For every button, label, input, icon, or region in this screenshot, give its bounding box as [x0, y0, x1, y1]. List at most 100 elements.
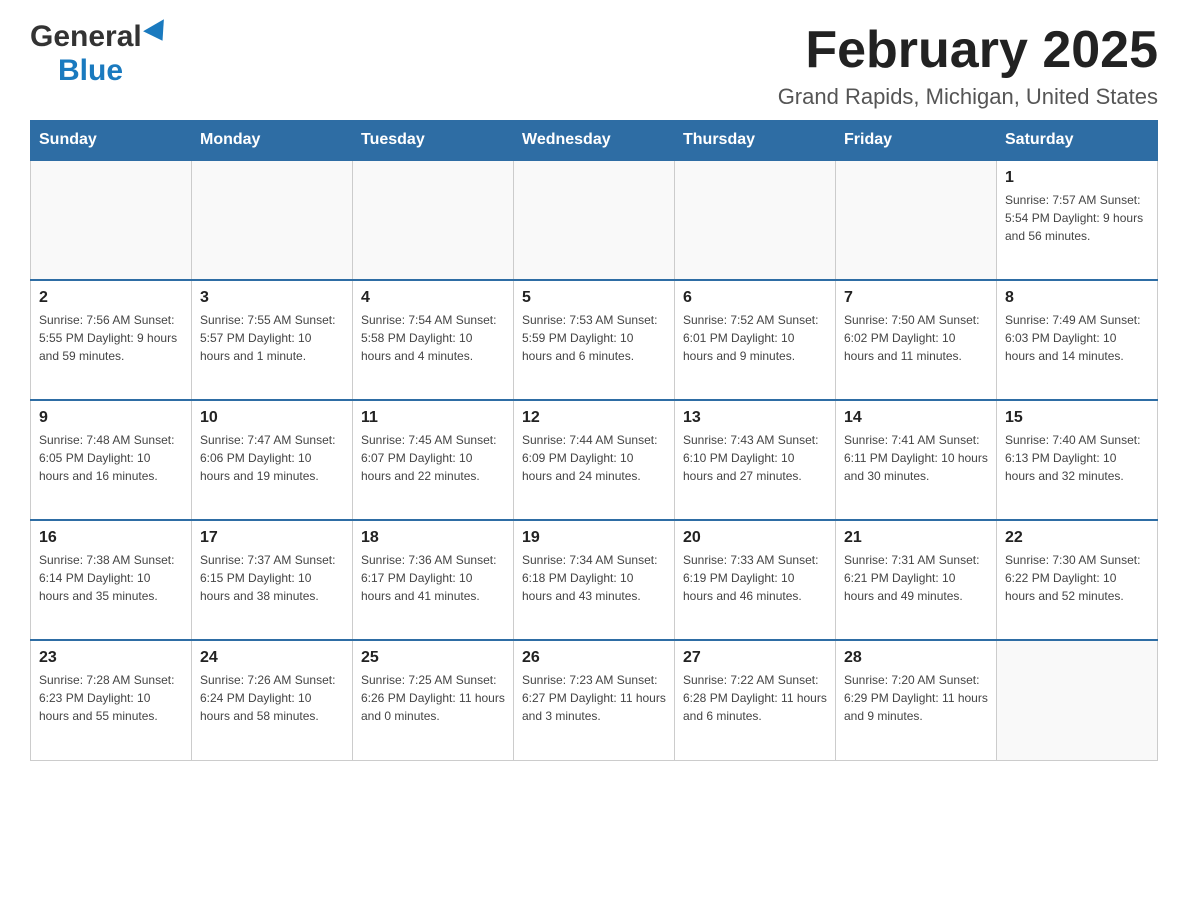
- day-number: 1: [1005, 169, 1149, 187]
- calendar-cell: 16 Sunrise: 7:38 AM Sunset: 6:14 PM Dayli…: [31, 520, 192, 640]
- day-info: Sunrise: 7:45 AM Sunset: 6:07 PM Dayligh…: [361, 431, 505, 485]
- calendar-cell: 5 Sunrise: 7:53 AM Sunset: 5:59 PM Daylig…: [514, 280, 675, 400]
- day-number: 10: [200, 409, 344, 427]
- calendar-cell: [353, 160, 514, 280]
- day-info: Sunrise: 7:43 AM Sunset: 6:10 PM Dayligh…: [683, 431, 827, 485]
- calendar-cell: 14 Sunrise: 7:41 AM Sunset: 6:11 PM Dayli…: [836, 400, 997, 520]
- day-number: 7: [844, 289, 988, 307]
- calendar-cell: 20 Sunrise: 7:33 AM Sunset: 6:19 PM Dayli…: [675, 520, 836, 640]
- day-info: Sunrise: 7:30 AM Sunset: 6:22 PM Dayligh…: [1005, 551, 1149, 605]
- weekday-header-row: SundayMondayTuesdayWednesdayThursdayFrid…: [31, 121, 1158, 161]
- day-number: 19: [522, 529, 666, 547]
- day-number: 12: [522, 409, 666, 427]
- day-number: 16: [39, 529, 183, 547]
- calendar-cell: 2Sunrise: 7:56 AM Sunset: 5:55 PM Daylig…: [31, 280, 192, 400]
- weekday-header-thursday: Thursday: [675, 121, 836, 161]
- day-info: Sunrise: 7:36 AM Sunset: 6:17 PM Dayligh…: [361, 551, 505, 605]
- logo: General Blue: [30, 20, 170, 88]
- day-info: Sunrise: 7:48 AM Sunset: 6:05 PM Dayligh…: [39, 431, 183, 485]
- calendar-cell: 1 Sunrise: 7:57 AM Sunset: 5:54 PM Daylig…: [997, 160, 1158, 280]
- calendar-cell: [675, 160, 836, 280]
- page-header: General Blue February 2025 Grand Rapids,…: [30, 20, 1158, 110]
- day-info: Sunrise: 7:40 AM Sunset: 6:13 PM Dayligh…: [1005, 431, 1149, 485]
- calendar-cell: 17Sunrise: 7:37 AM Sunset: 6:15 PM Dayli…: [192, 520, 353, 640]
- day-info: Sunrise: 7:52 AM Sunset: 6:01 PM Dayligh…: [683, 311, 827, 365]
- day-info: Sunrise: 7:22 AM Sunset: 6:28 PM Dayligh…: [683, 671, 827, 725]
- day-info: Sunrise: 7:20 AM Sunset: 6:29 PM Dayligh…: [844, 671, 988, 725]
- day-number: 26: [522, 649, 666, 667]
- day-info: Sunrise: 7:23 AM Sunset: 6:27 PM Dayligh…: [522, 671, 666, 725]
- main-title: February 2025: [778, 20, 1158, 80]
- calendar-cell: 6 Sunrise: 7:52 AM Sunset: 6:01 PM Daylig…: [675, 280, 836, 400]
- day-info: Sunrise: 7:54 AM Sunset: 5:58 PM Dayligh…: [361, 311, 505, 365]
- day-number: 25: [361, 649, 505, 667]
- calendar-cell: 12 Sunrise: 7:44 AM Sunset: 6:09 PM Dayli…: [514, 400, 675, 520]
- calendar-cell: 25 Sunrise: 7:25 AM Sunset: 6:26 PM Dayli…: [353, 640, 514, 760]
- day-info: Sunrise: 7:55 AM Sunset: 5:57 PM Dayligh…: [200, 311, 344, 365]
- day-info: Sunrise: 7:38 AM Sunset: 6:14 PM Dayligh…: [39, 551, 183, 605]
- day-number: 28: [844, 649, 988, 667]
- day-info: Sunrise: 7:31 AM Sunset: 6:21 PM Dayligh…: [844, 551, 988, 605]
- calendar-cell: 22Sunrise: 7:30 AM Sunset: 6:22 PM Dayli…: [997, 520, 1158, 640]
- calendar-cell: 18 Sunrise: 7:36 AM Sunset: 6:17 PM Dayli…: [353, 520, 514, 640]
- calendar-cell: 9Sunrise: 7:48 AM Sunset: 6:05 PM Daylig…: [31, 400, 192, 520]
- day-info: Sunrise: 7:44 AM Sunset: 6:09 PM Dayligh…: [522, 431, 666, 485]
- weekday-header-saturday: Saturday: [997, 121, 1158, 161]
- day-number: 13: [683, 409, 827, 427]
- day-number: 4: [361, 289, 505, 307]
- subtitle: Grand Rapids, Michigan, United States: [778, 84, 1158, 110]
- day-info: Sunrise: 7:34 AM Sunset: 6:18 PM Dayligh…: [522, 551, 666, 605]
- logo-triangle-icon: [143, 19, 173, 47]
- calendar-cell: [31, 160, 192, 280]
- day-number: 14: [844, 409, 988, 427]
- day-info: Sunrise: 7:28 AM Sunset: 6:23 PM Dayligh…: [39, 671, 183, 725]
- calendar-cell: [836, 160, 997, 280]
- weekday-header-monday: Monday: [192, 121, 353, 161]
- weekday-header-wednesday: Wednesday: [514, 121, 675, 161]
- calendar-cell: 27 Sunrise: 7:22 AM Sunset: 6:28 PM Dayli…: [675, 640, 836, 760]
- day-number: 24: [200, 649, 344, 667]
- day-number: 6: [683, 289, 827, 307]
- calendar-week-row: 9Sunrise: 7:48 AM Sunset: 6:05 PM Daylig…: [31, 400, 1158, 520]
- day-number: 18: [361, 529, 505, 547]
- calendar-table: SundayMondayTuesdayWednesdayThursdayFrid…: [30, 120, 1158, 761]
- day-number: 20: [683, 529, 827, 547]
- calendar-cell: [514, 160, 675, 280]
- title-area: February 2025 Grand Rapids, Michigan, Un…: [778, 20, 1158, 110]
- calendar-cell: 15Sunrise: 7:40 AM Sunset: 6:13 PM Dayli…: [997, 400, 1158, 520]
- calendar-week-row: 2Sunrise: 7:56 AM Sunset: 5:55 PM Daylig…: [31, 280, 1158, 400]
- calendar-cell: 4 Sunrise: 7:54 AM Sunset: 5:58 PM Daylig…: [353, 280, 514, 400]
- calendar-cell: 26 Sunrise: 7:23 AM Sunset: 6:27 PM Dayli…: [514, 640, 675, 760]
- logo-blue-text: Blue: [58, 54, 123, 87]
- calendar-body: 1 Sunrise: 7:57 AM Sunset: 5:54 PM Daylig…: [31, 160, 1158, 760]
- calendar-week-row: 1 Sunrise: 7:57 AM Sunset: 5:54 PM Daylig…: [31, 160, 1158, 280]
- day-info: Sunrise: 7:25 AM Sunset: 6:26 PM Dayligh…: [361, 671, 505, 725]
- calendar-week-row: 23 Sunrise: 7:28 AM Sunset: 6:23 PM Dayli…: [31, 640, 1158, 760]
- weekday-header-tuesday: Tuesday: [353, 121, 514, 161]
- calendar-cell: 19 Sunrise: 7:34 AM Sunset: 6:18 PM Dayli…: [514, 520, 675, 640]
- day-number: 2: [39, 289, 183, 307]
- calendar-week-row: 16 Sunrise: 7:38 AM Sunset: 6:14 PM Dayli…: [31, 520, 1158, 640]
- day-info: Sunrise: 7:47 AM Sunset: 6:06 PM Dayligh…: [200, 431, 344, 485]
- day-number: 3: [200, 289, 344, 307]
- calendar-cell: [997, 640, 1158, 760]
- calendar-cell: 28 Sunrise: 7:20 AM Sunset: 6:29 PM Dayli…: [836, 640, 997, 760]
- calendar-cell: 21Sunrise: 7:31 AM Sunset: 6:21 PM Dayli…: [836, 520, 997, 640]
- day-info: Sunrise: 7:53 AM Sunset: 5:59 PM Dayligh…: [522, 311, 666, 365]
- calendar-header: SundayMondayTuesdayWednesdayThursdayFrid…: [31, 121, 1158, 161]
- day-info: Sunrise: 7:26 AM Sunset: 6:24 PM Dayligh…: [200, 671, 344, 725]
- weekday-header-friday: Friday: [836, 121, 997, 161]
- calendar-cell: 13 Sunrise: 7:43 AM Sunset: 6:10 PM Dayli…: [675, 400, 836, 520]
- day-number: 17: [200, 529, 344, 547]
- calendar-cell: 8Sunrise: 7:49 AM Sunset: 6:03 PM Daylig…: [997, 280, 1158, 400]
- calendar-cell: 24 Sunrise: 7:26 AM Sunset: 6:24 PM Dayli…: [192, 640, 353, 760]
- day-info: Sunrise: 7:41 AM Sunset: 6:11 PM Dayligh…: [844, 431, 988, 485]
- calendar-cell: [192, 160, 353, 280]
- day-info: Sunrise: 7:49 AM Sunset: 6:03 PM Dayligh…: [1005, 311, 1149, 365]
- calendar-cell: 3 Sunrise: 7:55 AM Sunset: 5:57 PM Daylig…: [192, 280, 353, 400]
- day-number: 23: [39, 649, 183, 667]
- day-number: 27: [683, 649, 827, 667]
- day-info: Sunrise: 7:57 AM Sunset: 5:54 PM Dayligh…: [1005, 191, 1149, 245]
- day-number: 5: [522, 289, 666, 307]
- day-info: Sunrise: 7:33 AM Sunset: 6:19 PM Dayligh…: [683, 551, 827, 605]
